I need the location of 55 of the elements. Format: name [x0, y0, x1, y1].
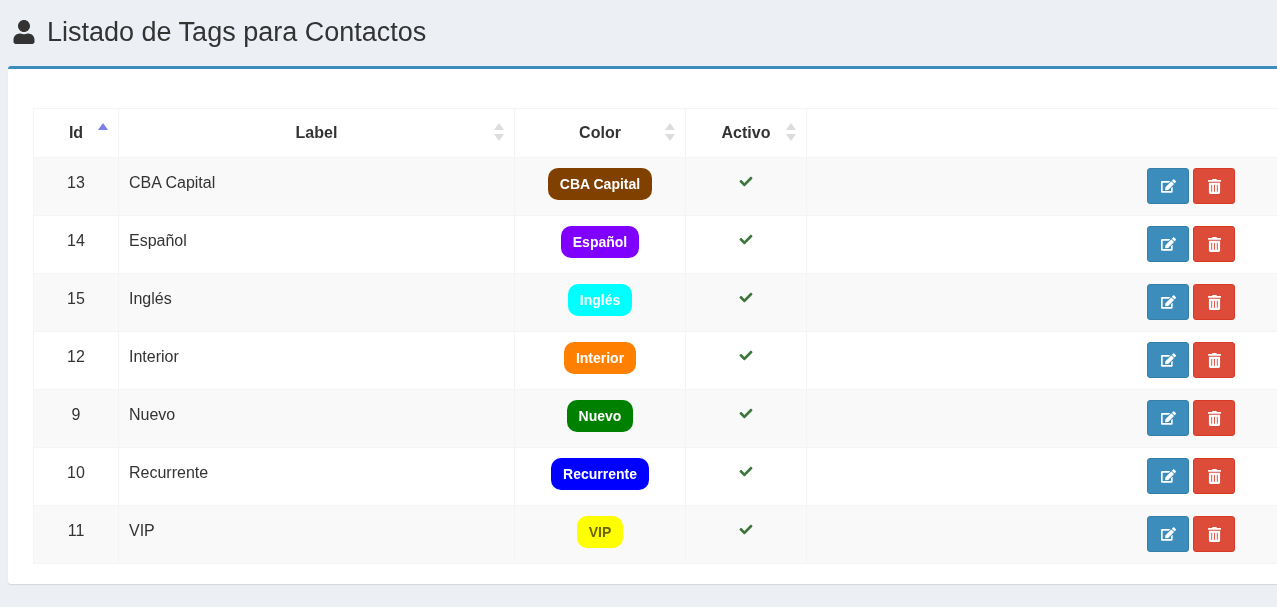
- user-icon: [12, 20, 36, 44]
- trash-icon: [1207, 178, 1221, 194]
- label-cell: Inglés: [129, 290, 172, 307]
- delete-button[interactable]: [1193, 168, 1235, 204]
- tag-badge: CBA Capital: [547, 168, 653, 200]
- edit-button[interactable]: [1147, 342, 1189, 378]
- tag-badge: Español: [560, 226, 640, 258]
- delete-button[interactable]: [1193, 516, 1235, 552]
- label-cell: Interior: [129, 348, 179, 365]
- label-cell: Recurrente: [129, 464, 209, 481]
- edit-button[interactable]: [1147, 516, 1189, 552]
- edit-icon: [1160, 353, 1176, 367]
- label-cell: VIP: [129, 522, 155, 539]
- edit-icon: [1160, 469, 1176, 483]
- edit-icon: [1160, 237, 1176, 251]
- delete-button[interactable]: [1193, 458, 1235, 494]
- edit-button[interactable]: [1147, 226, 1189, 262]
- edit-button[interactable]: [1147, 400, 1189, 436]
- tag-badge: Interior: [563, 342, 637, 374]
- edit-button[interactable]: [1147, 284, 1189, 320]
- column-header[interactable]: Activo: [721, 124, 771, 141]
- delete-button[interactable]: [1193, 400, 1235, 436]
- edit-button[interactable]: [1147, 458, 1189, 494]
- id-cell: 9: [71, 406, 81, 423]
- edit-icon: [1160, 527, 1176, 541]
- delete-button[interactable]: [1193, 342, 1235, 378]
- tag-badge: Inglés: [567, 284, 633, 316]
- column-header[interactable]: Color: [579, 124, 621, 141]
- trash-icon: [1207, 352, 1221, 368]
- id-cell: 15: [67, 290, 85, 307]
- trash-icon: [1207, 410, 1221, 426]
- label-cell: Nuevo: [129, 406, 176, 423]
- label-cell: Español: [129, 232, 187, 249]
- trash-icon: [1207, 294, 1221, 310]
- id-cell: 14: [67, 232, 85, 249]
- column-header[interactable]: Id: [68, 124, 84, 141]
- edit-icon: [1160, 179, 1176, 193]
- edit-button[interactable]: [1147, 168, 1189, 204]
- id-cell: 13: [67, 174, 85, 191]
- trash-icon: [1207, 526, 1221, 542]
- label-cell: CBA Capital: [129, 174, 216, 191]
- page-title: Listado de Tags para Contactos: [47, 18, 427, 46]
- tag-badge: Recurrente: [551, 458, 649, 490]
- id-cell: 11: [67, 522, 85, 539]
- column-header[interactable]: Label: [295, 124, 338, 141]
- trash-icon: [1207, 236, 1221, 252]
- edit-icon: [1160, 411, 1176, 425]
- id-cell: 12: [67, 348, 85, 365]
- tag-badge: VIP: [576, 516, 624, 548]
- edit-icon: [1160, 295, 1176, 309]
- tag-badge: Nuevo: [566, 400, 634, 432]
- id-cell: 10: [67, 464, 85, 481]
- delete-button[interactable]: [1193, 284, 1235, 320]
- delete-button[interactable]: [1193, 226, 1235, 262]
- trash-icon: [1207, 468, 1221, 484]
